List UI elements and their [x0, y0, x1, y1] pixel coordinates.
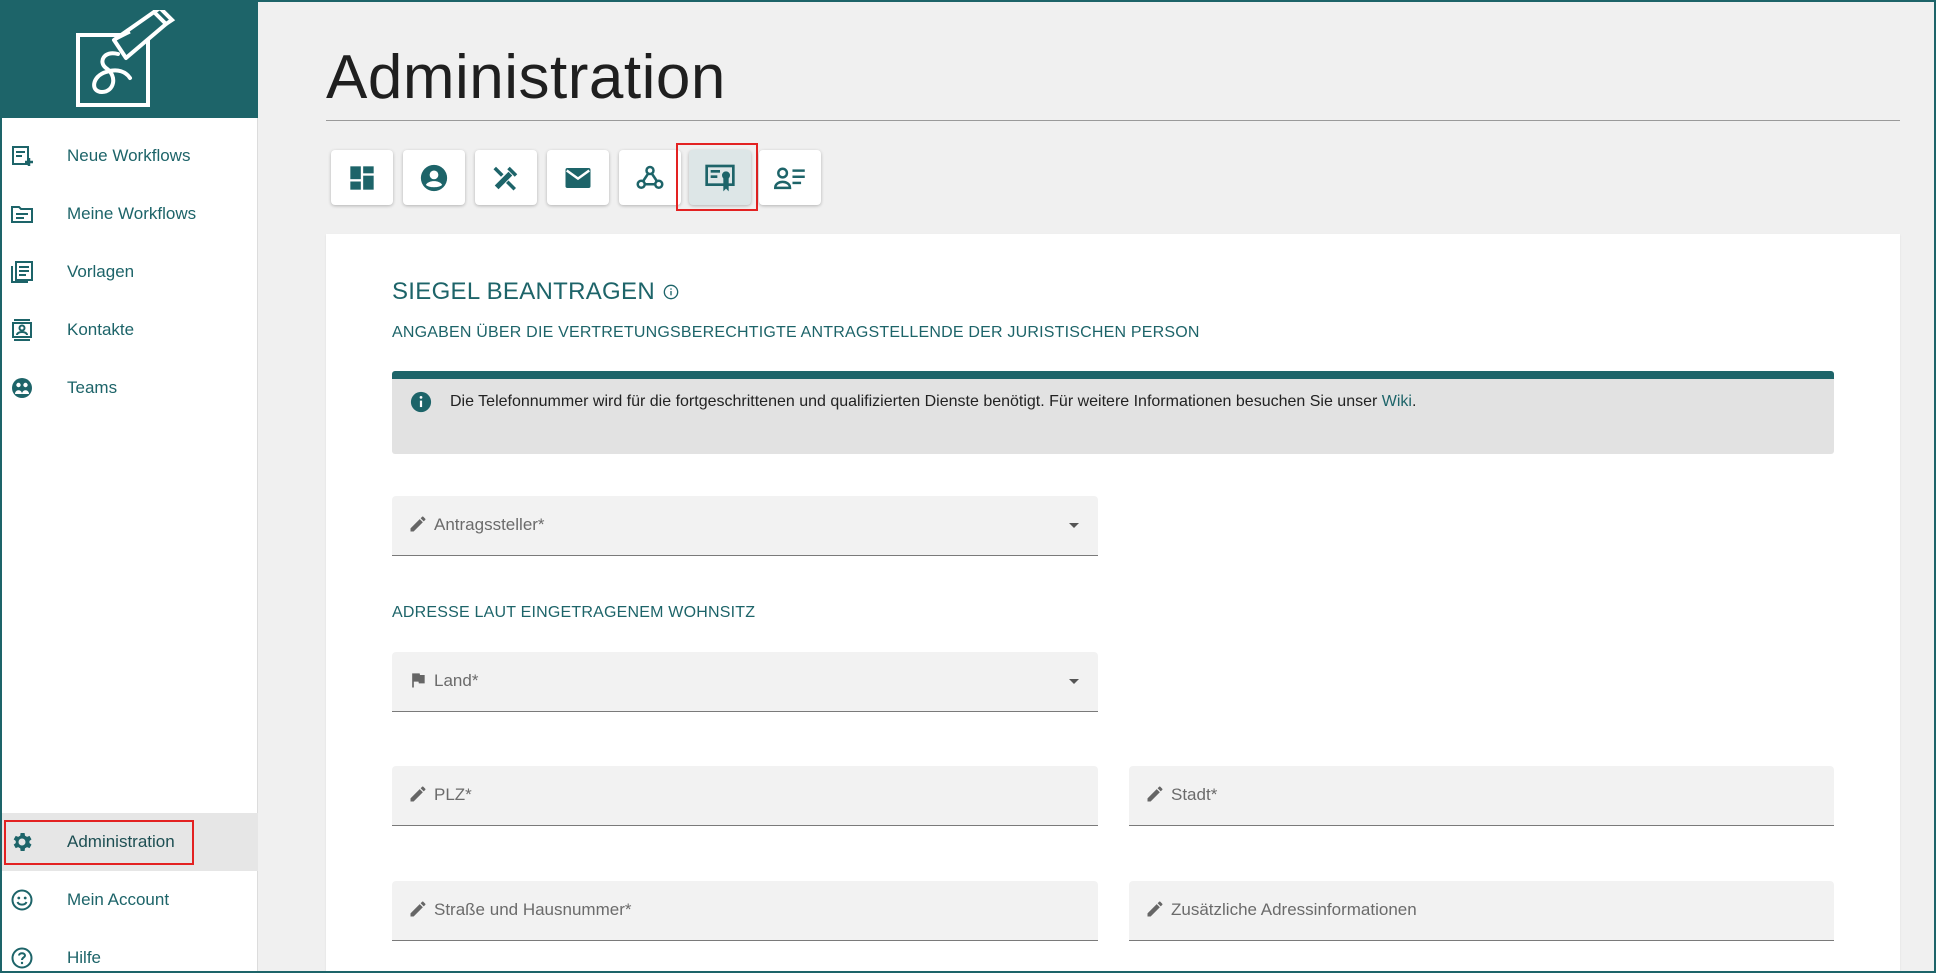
- sidebar-item-label: Kontakte: [67, 320, 135, 339]
- seal-certificate-icon: [705, 164, 735, 191]
- new-workflow-icon: [12, 146, 33, 166]
- flag-icon: [412, 673, 425, 688]
- info-alert-text: Die Telefonnummer wird für die fortgesch…: [450, 393, 1416, 411]
- tab-dashboard[interactable]: [331, 150, 393, 205]
- city-label: Stadt*: [1171, 785, 1218, 804]
- extra-address-label: Zusätzliche Adressinformationen: [1171, 900, 1417, 919]
- gear-icon: [13, 833, 32, 851]
- pencil-icon: [1147, 901, 1163, 917]
- zip-label: PLZ*: [434, 785, 472, 804]
- section-title-text: SIEGEL BEANTRAGEN: [392, 278, 655, 305]
- webhook-icon: [636, 165, 664, 189]
- chevron-down-icon: [1069, 523, 1079, 528]
- info-alert: Die Telefonnummer wird für die fortgesch…: [392, 371, 1834, 454]
- zip-field[interactable]: PLZ*: [392, 766, 1098, 826]
- pencil-icon: [410, 786, 426, 802]
- seal-application-card: SIEGEL BEANTRAGEN ANGABEN ÜBER DIE VERTR…: [326, 234, 1900, 971]
- street-field[interactable]: Straße und Hausnummer*: [392, 881, 1098, 941]
- pencil-icon: [410, 901, 426, 917]
- country-select[interactable]: Land*: [392, 652, 1098, 712]
- signature-logo-icon: [76, 10, 176, 107]
- tab-contact-list[interactable]: [759, 150, 821, 205]
- title-divider: [326, 120, 1900, 121]
- sidebar-item-label: Mein Account: [67, 890, 170, 909]
- sidebar-item-label: Neue Workflows: [67, 146, 191, 165]
- sidebar-item-administration[interactable]: Administration: [2, 813, 258, 871]
- tab-seal[interactable]: [689, 150, 751, 205]
- sidebar-item-label: Vorlagen: [67, 262, 135, 281]
- info-alert-suffix: .: [1411, 393, 1417, 410]
- city-field[interactable]: Stadt*: [1129, 766, 1834, 826]
- contact-list-icon: [774, 167, 805, 189]
- section-title: SIEGEL BEANTRAGEN: [392, 278, 679, 306]
- country-label: Land*: [434, 671, 479, 690]
- section-subtitle: ANGABEN ÜBER DIE VERTRETUNGSBERECHTIGTE …: [392, 324, 1200, 341]
- sidebar: Neue Workflows Meine Workflows Vorlagen: [2, 2, 258, 971]
- street-label: Straße und Hausnummer*: [434, 900, 632, 919]
- sidebar-item-label: Administration: [67, 832, 175, 851]
- tab-webhooks[interactable]: [619, 150, 681, 205]
- sidebar-item-kontakte[interactable]: Kontakte: [2, 301, 258, 359]
- account-circle-icon: [420, 164, 448, 191]
- info-outline-icon[interactable]: [663, 284, 679, 300]
- sidebar-item-meine-workflows[interactable]: Meine Workflows: [2, 185, 258, 243]
- sidebar-item-teams[interactable]: Teams: [2, 359, 258, 417]
- tab-account[interactable]: [403, 150, 465, 205]
- address-heading: ADRESSE LAUT EINGETRAGENEM WOHNSITZ: [392, 604, 756, 621]
- app-logo[interactable]: [2, 2, 258, 118]
- contacts-icon: [12, 319, 32, 341]
- sidebar-item-label: Hilfe: [67, 948, 102, 967]
- my-workflows-icon: [11, 206, 33, 223]
- extra-address-field[interactable]: Zusätzliche Adressinformationen: [1129, 881, 1834, 941]
- wiki-link[interactable]: Wiki: [1382, 393, 1412, 410]
- app-window: Neue Workflows Meine Workflows Vorlagen: [0, 0, 1936, 973]
- info-icon: [410, 391, 432, 413]
- tools-icon: [493, 166, 518, 190]
- page-title: Administration: [326, 43, 726, 112]
- tab-tools[interactable]: [475, 150, 537, 205]
- smiley-icon: [11, 889, 33, 911]
- tab-mail[interactable]: [547, 150, 609, 205]
- sidebar-item-label: Teams: [67, 378, 118, 397]
- sidebar-item-label: Meine Workflows: [67, 204, 197, 223]
- sidebar-item-neue-workflows[interactable]: Neue Workflows: [2, 127, 258, 185]
- sidebar-item-mein-account[interactable]: Mein Account: [2, 871, 258, 929]
- help-icon: [11, 947, 33, 969]
- mail-icon: [565, 167, 591, 188]
- applicant-label: Antragssteller*: [434, 515, 545, 534]
- teams-icon: [12, 378, 32, 398]
- pencil-icon: [1147, 786, 1163, 802]
- pencil-icon: [410, 516, 426, 532]
- sidebar-item-hilfe[interactable]: Hilfe: [2, 929, 258, 971]
- templates-icon: [11, 261, 33, 283]
- sidebar-item-vorlagen[interactable]: Vorlagen: [2, 243, 258, 301]
- applicant-select[interactable]: Antragssteller*: [392, 496, 1098, 556]
- dashboard-icon: [350, 165, 374, 190]
- info-alert-message: Die Telefonnummer wird für die fortgesch…: [450, 393, 1382, 410]
- chevron-down-icon: [1069, 679, 1079, 684]
